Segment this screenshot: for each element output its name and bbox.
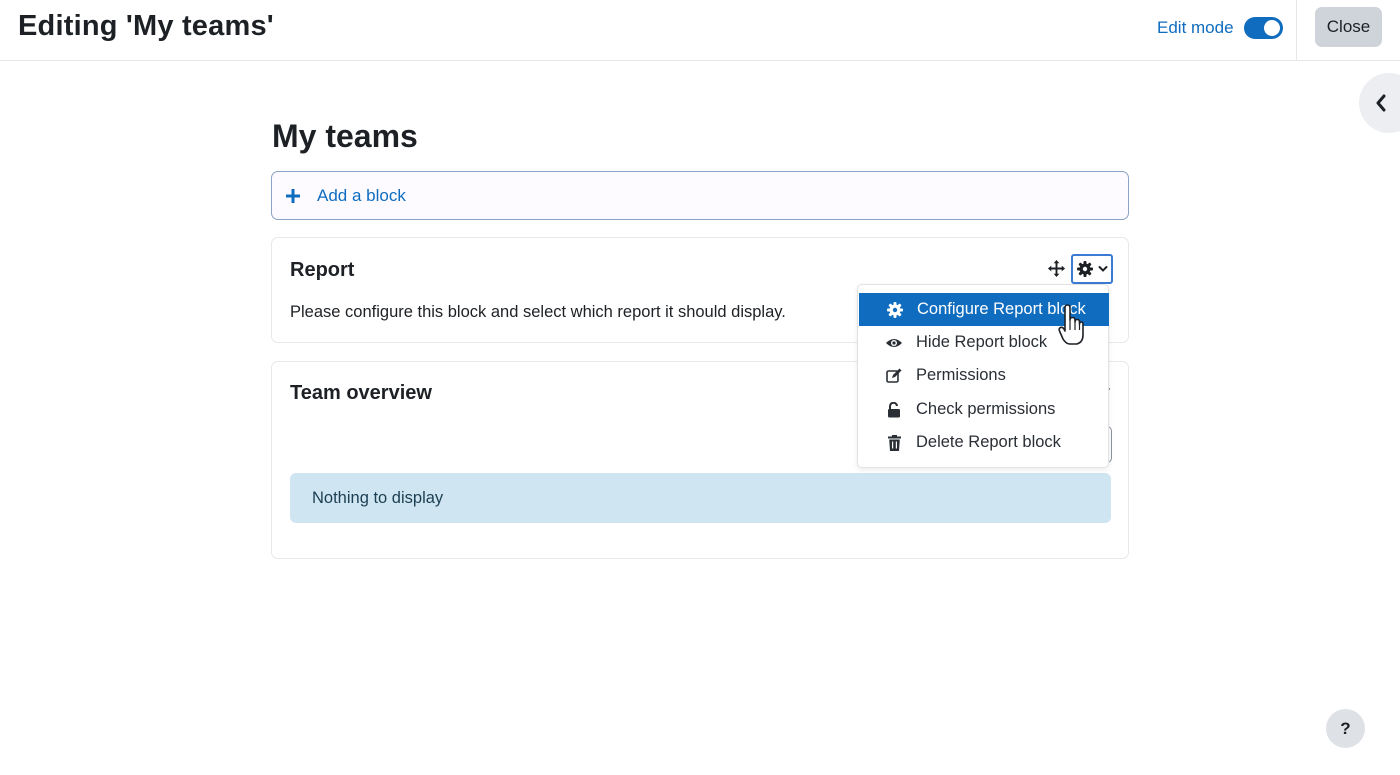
edit-mode-label[interactable]: Edit mode	[1157, 18, 1234, 38]
menu-item-label: Permissions	[916, 366, 1006, 384]
menu-item-permissions[interactable]: Permissions	[858, 359, 1110, 392]
chevron-down-icon	[1098, 266, 1107, 272]
add-block-button[interactable]: Add a block	[271, 171, 1129, 220]
toggle-knob	[1263, 20, 1280, 36]
page-header: Editing 'My teams' Edit mode Close	[0, 0, 1400, 61]
menu-item-delete[interactable]: Delete Report block	[858, 426, 1110, 459]
chevron-left-icon	[1376, 94, 1386, 112]
block-actions-button[interactable]	[1071, 254, 1113, 284]
menu-item-label: Configure Report block	[917, 300, 1086, 318]
edit-mode-toggle[interactable]	[1243, 17, 1283, 39]
edit-icon	[885, 367, 903, 385]
report-block-message: Please configure this block and select w…	[290, 303, 786, 321]
add-block-label: Add a block	[317, 185, 406, 205]
block-actions-menu: Configure Report block Hide Report block…	[857, 284, 1109, 468]
edit-mode-control: Edit mode	[1157, 14, 1283, 42]
plus-icon	[286, 188, 300, 203]
menu-item-label: Hide Report block	[916, 333, 1048, 351]
close-button[interactable]: Close	[1315, 7, 1382, 47]
move-icon[interactable]	[1047, 259, 1066, 278]
menu-item-label: Delete Report block	[916, 433, 1061, 451]
gear-icon	[1076, 261, 1093, 277]
unlock-icon	[885, 401, 903, 419]
menu-item-check-permissions[interactable]: Check permissions	[858, 393, 1110, 426]
page-title: Editing 'My teams'	[18, 10, 274, 42]
eye-icon	[885, 334, 903, 352]
trash-icon	[885, 434, 903, 452]
team-overview-title: Team overview	[290, 382, 432, 404]
block-drawer-toggle[interactable]	[1359, 73, 1400, 133]
menu-item-hide[interactable]: Hide Report block	[858, 326, 1110, 359]
help-button[interactable]: ?	[1326, 709, 1365, 748]
report-block-title: Report	[290, 259, 355, 281]
menu-item-configure[interactable]: Configure Report block	[859, 293, 1109, 326]
gear-icon	[886, 301, 904, 319]
main-heading: My teams	[272, 118, 418, 154]
header-divider	[1296, 0, 1297, 60]
menu-item-label: Check permissions	[916, 400, 1056, 418]
empty-state-alert: Nothing to display	[290, 473, 1111, 523]
empty-state-text: Nothing to display	[312, 488, 444, 507]
